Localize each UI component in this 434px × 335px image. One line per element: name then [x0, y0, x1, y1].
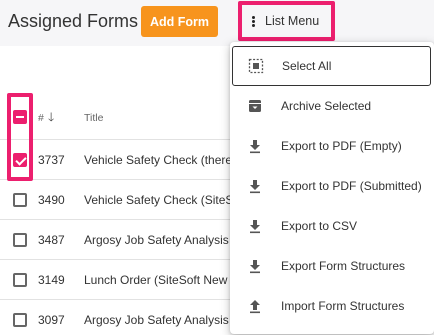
menu-item-export-pdf-empty[interactable]: Export to PDF (Empty) [230, 126, 434, 166]
menu-item-label: Export to CSV [281, 219, 358, 233]
row-title[interactable]: Argosy Job Safety Analysis ( [84, 313, 236, 327]
page-title: Assigned Forms [8, 11, 139, 31]
row-title[interactable]: Lunch Order (SiteSoft New Ze [84, 273, 245, 287]
row-checkbox[interactable] [13, 273, 27, 287]
menu-item-archive-selected[interactable]: Archive Selected [230, 86, 434, 126]
menu-item-label: Export Form Structures [281, 259, 406, 273]
row-checkbox[interactable] [13, 313, 27, 327]
select-all-icon [248, 58, 264, 74]
menu-item-import-form-structures[interactable]: Import Form Structures [230, 286, 434, 326]
column-header-number[interactable]: # [38, 112, 44, 124]
menu-item-label: Archive Selected [281, 99, 372, 113]
row-title[interactable]: Vehicle Safety Check (theres [84, 153, 238, 167]
download-icon [250, 180, 260, 194]
row-number: 3487 [38, 233, 65, 247]
download-icon [250, 140, 260, 154]
add-form-button[interactable]: Add Form [141, 6, 218, 37]
menu-item-export-form-structures[interactable]: Export Form Structures [230, 246, 434, 286]
list-menu-dropdown: Select All Archive Selected Export to PD… [230, 42, 434, 334]
menu-item-label: Select All [282, 59, 332, 73]
download-icon [250, 260, 260, 274]
row-number: 3149 [38, 273, 65, 287]
list-menu-button[interactable]: List Menu [238, 1, 335, 41]
upload-icon [250, 300, 260, 314]
menu-item-export-pdf-submitted[interactable]: Export to PDF (Submitted) [230, 166, 434, 206]
row-checkbox[interactable] [13, 233, 27, 247]
row-checkbox[interactable] [13, 153, 27, 167]
select-all-checkbox[interactable] [13, 110, 27, 124]
row-number: 3490 [38, 193, 65, 207]
menu-item-label: Export to PDF (Submitted) [281, 179, 422, 193]
list-menu-label: List Menu [265, 14, 320, 28]
menu-item-select-all[interactable]: Select All [232, 46, 431, 86]
download-icon [250, 220, 260, 234]
column-header-title[interactable]: Title [84, 112, 103, 124]
row-title[interactable]: Vehicle Safety Check (SiteSo [84, 193, 240, 207]
menu-item-export-csv[interactable]: Export to CSV [230, 206, 434, 246]
row-number: 3097 [38, 313, 65, 327]
row-checkbox[interactable] [13, 193, 27, 207]
sort-arrow-down-icon[interactable]: 🡓 [48, 108, 54, 129]
row-number: 3737 [38, 153, 65, 167]
archive-icon [249, 100, 261, 112]
kebab-menu-icon [252, 15, 255, 27]
menu-item-label: Export to PDF (Empty) [281, 139, 402, 153]
row-title[interactable]: Argosy Job Safety Analysis ( [84, 233, 236, 247]
menu-item-label: Import Form Structures [281, 299, 405, 313]
